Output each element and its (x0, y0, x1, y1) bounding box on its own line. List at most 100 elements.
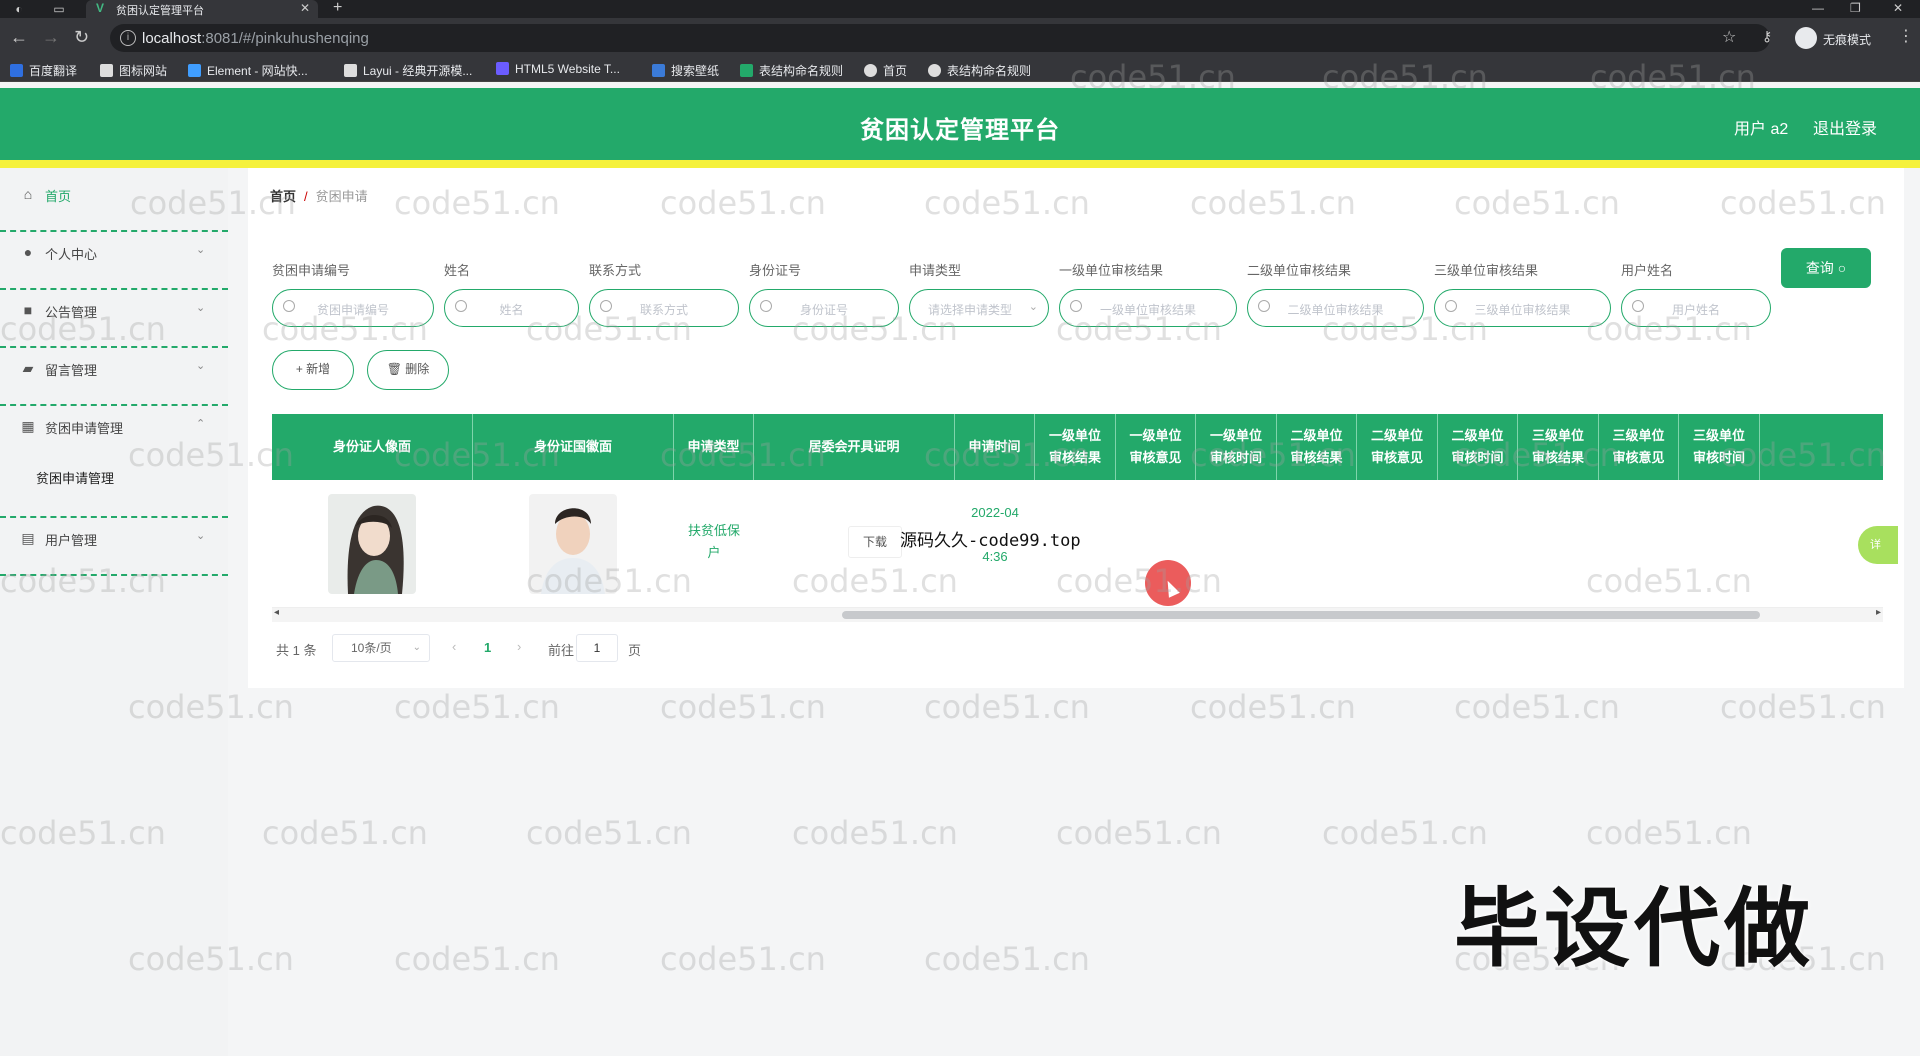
watermark-text: code51.cn (1586, 814, 1752, 852)
breadcrumb-home[interactable]: 首页 (270, 189, 296, 204)
female-portrait-image (328, 494, 416, 594)
column-header: 二级单位 审核时间 (1438, 414, 1518, 480)
column-header: 三级单位 审核结果 (1518, 414, 1599, 480)
scroll-left-icon[interactable]: ◂ (274, 607, 279, 618)
sidebar-item-messages[interactable]: ▰ 留言管理 ⌄ (0, 350, 228, 406)
input-placeholder: 联系方式 (639, 303, 688, 317)
home-icon: ⌂ (23, 186, 33, 202)
bookmark-item[interactable]: 图标网站 (100, 62, 167, 78)
minimize-icon[interactable]: — (1812, 1, 1824, 15)
page-size-value: 10条/页 (351, 641, 392, 655)
input-placeholder: 贫困申请编号 (316, 303, 389, 317)
browser-menu-icon[interactable]: ⋮ (1898, 26, 1914, 46)
add-button[interactable]: + 新增 (272, 350, 354, 390)
bookmarks-bar: 百度翻译 图标网站 Element - 网站快... Layui - 经典开源模… (0, 58, 1920, 82)
chevron-down-icon: ⌄ (196, 244, 206, 256)
notice-icon: ■ (23, 302, 33, 318)
table-horizontal-scrollbar[interactable]: ◂ ▸ (272, 607, 1883, 622)
apply-no-input[interactable]: 贫困申请编号 (272, 289, 434, 327)
filter-label-level1: 一级单位审核结果 (1059, 263, 1164, 278)
level3-result-input[interactable]: 三级单位审核结果 (1434, 289, 1611, 327)
url-field[interactable]: i localhost:8081/#/pinkuhushenqing (110, 24, 1770, 52)
url-host: localhost (142, 30, 202, 47)
delete-button[interactable]: 🗑 删除 (367, 350, 449, 390)
apply-type-cell: 扶贫低保 户 (687, 523, 740, 560)
user-icon: ● (23, 244, 33, 260)
sidebar-item-profile[interactable]: ● 个人中心 ⌄ (0, 234, 228, 290)
contact-input[interactable]: 联系方式 (589, 289, 739, 327)
level1-result-input[interactable]: 一级单位审核结果 (1059, 289, 1237, 327)
watermark-text: code51.cn (394, 940, 560, 978)
bookmark-item[interactable]: 百度翻译 (10, 62, 77, 78)
logout-link[interactable]: 退出登录 (1813, 115, 1877, 139)
new-tab-icon[interactable]: + (333, 0, 342, 17)
address-bar-row: ← → ↻ i localhost:8081/#/pinkuhushenqing… (0, 18, 1920, 58)
bookmark-item[interactable]: 首页 (864, 62, 907, 78)
watermark-text: code51.cn (660, 688, 826, 726)
bookmark-label: 表结构命名规则 (947, 64, 1032, 78)
id-back-photo[interactable] (529, 494, 617, 594)
table-row[interactable]: 扶贫低保 户 下载 源码久久-code99.top 2022-04 4:36 详 (272, 480, 1898, 608)
incognito-badge[interactable]: 无痕模式 (1795, 26, 1890, 50)
bookmark-icon (496, 62, 509, 75)
watermark-text: code51.cn (526, 814, 692, 852)
column-header: 三级单位 审核意见 (1599, 414, 1679, 480)
prev-page-button[interactable]: ‹ (452, 639, 456, 654)
bookmark-item[interactable]: Element - 网站快... (188, 62, 308, 78)
url-text: localhost:8081/#/pinkuhushenqing (142, 30, 369, 47)
scrollbar-thumb[interactable] (842, 611, 1760, 619)
site-info-icon[interactable]: i (120, 30, 136, 46)
chevron-down-icon: ⌄ (412, 642, 421, 653)
bookmark-icon (100, 64, 113, 77)
bookmark-label: HTML5 Website T... (515, 62, 620, 76)
watermark-text: code51.cn (924, 940, 1090, 978)
bookmark-item[interactable]: 表结构命名规则 (740, 62, 843, 78)
tab-close-icon[interactable]: ✕ (300, 1, 310, 15)
scroll-right-icon[interactable]: ▸ (1876, 607, 1881, 618)
type-select[interactable]: 请选择申请类型 ⌄ (909, 289, 1049, 327)
app-header: 贫困认定管理平台 用户 a2 退出登录 (0, 88, 1920, 160)
watermark-text: code51.cn (1190, 688, 1356, 726)
username-input[interactable]: 用户姓名 (1621, 289, 1771, 327)
filter-label-type: 申请类型 (909, 263, 962, 278)
sidebar-item-notices[interactable]: ■ 公告管理 ⌄ (0, 292, 228, 348)
sidebar-subitem-poverty-apply[interactable]: 贫困申请管理 (36, 468, 114, 487)
name-input[interactable]: 姓名 (444, 289, 579, 327)
bookmark-item[interactable]: 表结构命名规则 (928, 62, 1031, 78)
id-front-photo[interactable] (328, 494, 416, 594)
select-placeholder: 请选择申请类型 (927, 303, 1012, 317)
key-icon[interactable]: ⚷ (1762, 28, 1772, 45)
browser-tab[interactable]: V 贫困认定管理平台 ✕ (86, 0, 318, 18)
main-panel: 首页 / 贫困申请 贫困申请编号 姓名 联系方式 身份证号 申请类型 一级单位审核结… (248, 168, 1904, 688)
forward-icon[interactable]: → (42, 27, 60, 48)
sidebar-item-users[interactable]: ▤ 用户管理 ⌄ (0, 520, 228, 576)
bookmark-icon (10, 64, 23, 77)
query-button[interactable]: 查询 ○ (1781, 248, 1871, 288)
back-icon[interactable]: ← (10, 27, 28, 48)
bookmark-star-icon[interactable]: ☆ (1722, 27, 1736, 47)
bookmark-item[interactable]: 搜索壁纸 (652, 62, 719, 78)
restore-icon[interactable]: ❐ (1850, 1, 1861, 15)
input-placeholder: 身份证号 (799, 303, 848, 317)
input-placeholder: 姓名 (499, 303, 524, 317)
detail-button[interactable]: 详 (1858, 526, 1898, 564)
column-header: 一级单位 审核意见 (1116, 414, 1196, 480)
page-number-current[interactable]: 1 (484, 640, 491, 655)
watermark-text: code51.cn (660, 940, 826, 978)
next-page-button[interactable]: › (517, 639, 521, 654)
page-size-select[interactable]: 10条/页 ⌄ (332, 634, 430, 662)
download-button[interactable]: 下载 (848, 526, 902, 558)
level2-result-input[interactable]: 二级单位审核结果 (1247, 289, 1424, 327)
goto-page-input[interactable]: 1 (576, 634, 618, 662)
reload-icon[interactable]: ↻ (74, 27, 89, 48)
sidebar-item-label: 个人中心 (45, 247, 98, 262)
bookmark-item[interactable]: HTML5 Website T... (496, 62, 620, 78)
window-close-icon[interactable]: ✕ (1893, 1, 1903, 15)
sidebar-item-poverty-apply[interactable]: ▦ 贫困申请管理 ⌃ 贫困申请管理 (0, 408, 228, 518)
sidebar-item-home[interactable]: ⌂ 首页 (0, 176, 228, 232)
watermark-text: code51.cn (1454, 688, 1620, 726)
bookmark-item[interactable]: Layui - 经典开源模... (344, 62, 472, 78)
column-header: 三级单位 审核时间 (1679, 414, 1760, 480)
watermark-text: code51.cn (792, 814, 958, 852)
idcard-input[interactable]: 身份证号 (749, 289, 899, 327)
